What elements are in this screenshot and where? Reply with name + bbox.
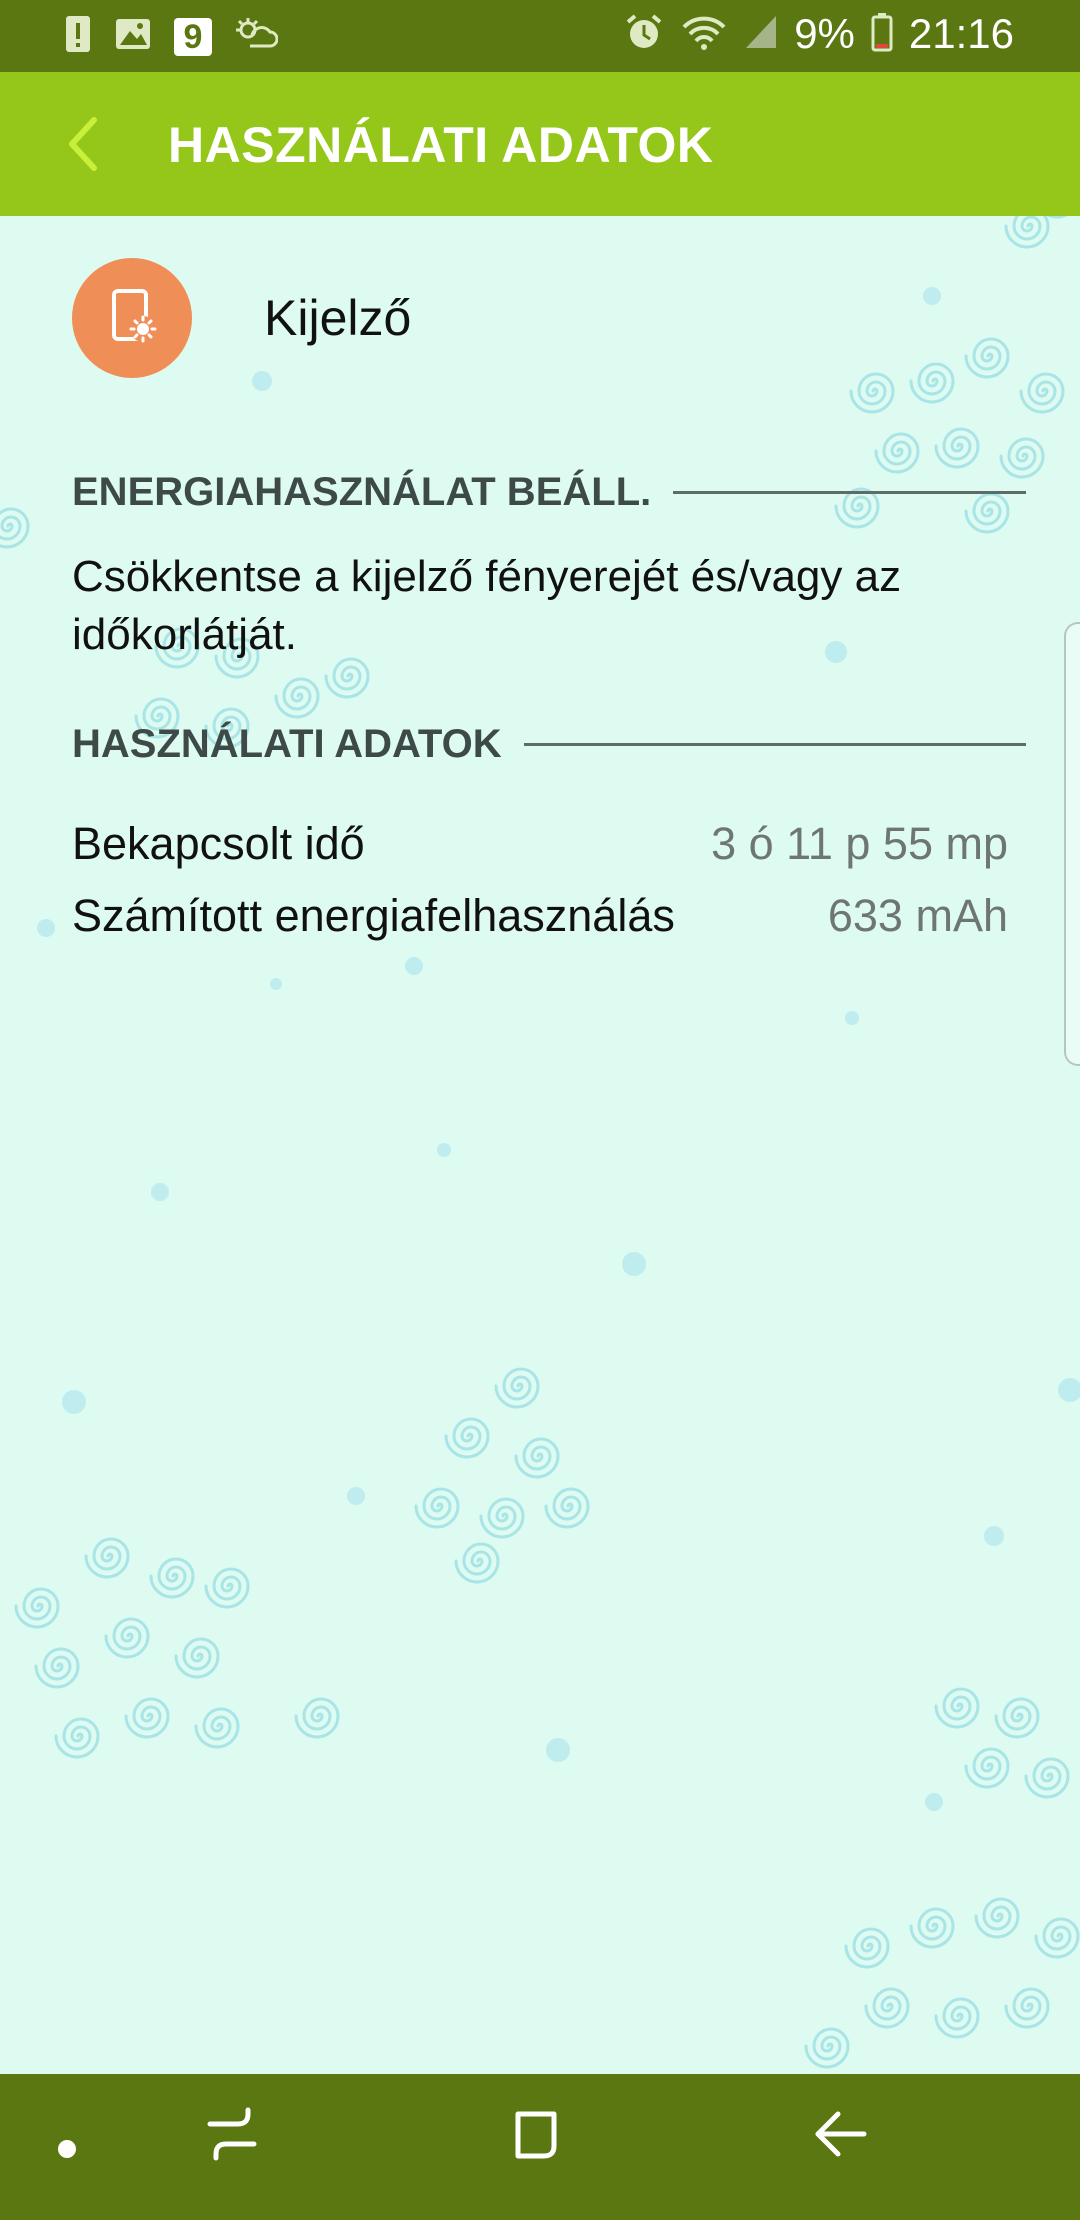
back-button[interactable] [58,110,110,178]
edge-panel-handle[interactable] [1064,622,1080,1066]
usage-data-header: HASZNÁLATI ADATOK [72,722,1026,767]
battery-icon [871,12,893,57]
power-settings-header: ENERGIAHASZNÁLAT BEÁLL. [72,470,1026,515]
home-icon[interactable] [508,2104,564,2169]
divider [523,743,1026,746]
navigation-bar [0,2074,1080,2220]
signal-icon [744,14,778,55]
recents-icon[interactable] [204,2104,260,2169]
display-brightness-icon [72,258,192,378]
app-bar: HASZNÁLATI ADATOK [0,72,1080,216]
app-name: Kijelző [264,290,412,346]
power-settings-header-label: ENERGIAHASZNÁLAT BEÁLL. [72,470,652,514]
notification-badge-number: 9 [183,17,203,56]
usage-row-power-consumption: Számított energiafelhasználás 633 mAh [72,890,1008,942]
dot-icon[interactable] [52,2134,82,2169]
weather-icon [234,16,279,57]
clock: 21:16 [908,10,1014,57]
wifi-icon [680,13,728,56]
battery-percent: 9% [794,10,855,57]
usage-row-label: Bekapcsolt idő [72,818,365,869]
page-title: HASZNÁLATI ADATOK [168,117,714,173]
alarm-icon [624,12,664,57]
usage-row-value: 3 ó 11 p 55 mp [711,818,1008,869]
status-bar: 9 9% 21:16 [0,0,1080,72]
usage-row-label: Számított energiafelhasználás [72,890,675,941]
image-icon [114,17,152,56]
back-arrow-icon[interactable] [808,2104,872,2169]
chevron-left-icon [69,117,97,171]
number-badge-icon: 9 [174,17,212,56]
usage-row-screen-on-time: Bekapcsolt idő 3 ó 11 p 55 mp [72,818,1008,870]
alert-icon [64,14,92,59]
usage-row-value: 633 mAh [827,890,1008,941]
power-settings-text[interactable]: Csökkentse a kijelző fényerejét és/vagy … [72,548,992,664]
app-header: Kijelző [72,258,411,378]
divider [673,491,1026,494]
usage-data-header-label: HASZNÁLATI ADATOK [72,722,502,766]
